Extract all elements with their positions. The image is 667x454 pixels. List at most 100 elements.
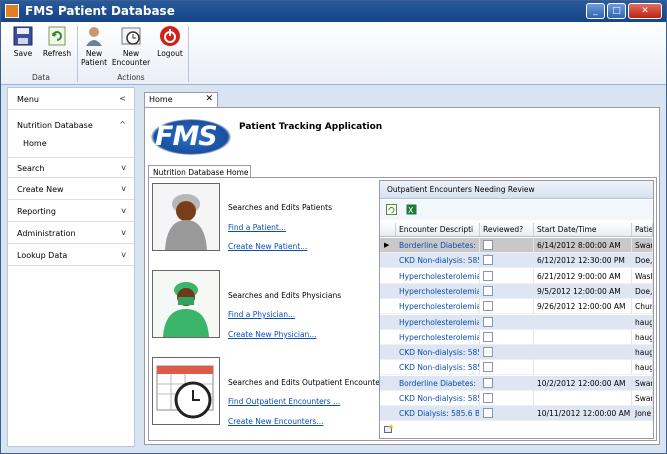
table-row[interactable]: CKD Non-dialysis: 585. 6/12/2012 12:30:00… [380,253,653,269]
minimize-button[interactable]: _ [586,3,605,19]
encounter-description-cell[interactable]: Hypercholesterolemia [396,329,480,345]
table-row[interactable]: CKD Non-dialysis: 585. haug [380,345,653,361]
column-header-patient[interactable]: Patie [632,223,653,237]
encounter-description-cell[interactable]: CKD Non-dialysis: 585. [396,360,480,376]
start-date-cell[interactable] [534,360,632,376]
encounter-description-cell[interactable]: Borderline Diabetes: 79 [396,238,480,253]
reviewed-checkbox[interactable] [483,240,493,250]
logout-button[interactable]: Logout [155,25,185,58]
patient-cell[interactable]: Wash [632,268,653,284]
table-row[interactable]: Borderline Diabetes: 79 10/2/2012 12:00:0… [380,375,653,391]
sidebar-item-home[interactable]: Home [23,139,47,148]
patient-cell[interactable]: Chur [632,299,653,315]
patient-cell[interactable]: Swar [632,238,653,253]
table-row[interactable]: CKD Non-dialysis: 585. Swar [380,391,653,406]
encounter-description-cell[interactable]: CKD Non-dialysis: 585. [396,391,480,406]
patient-cell[interactable]: haug [632,329,653,345]
chevron-left-icon[interactable]: < [119,94,126,103]
table-row[interactable]: Hypercholesterolemia 9/5/2012 12:00:00 AM… [380,283,653,299]
encounter-description-cell[interactable]: Hypercholesterolemia [396,299,480,315]
encounter-description-cell[interactable]: Hypercholesterolemia [396,314,480,330]
patient-cell[interactable]: Swar [632,391,653,406]
find-outpatient-encounters-link[interactable]: Find Outpatient Encounters ... [228,397,340,406]
new-patient-button[interactable]: New Patient [79,25,109,67]
column-header-start-date[interactable]: Start Date/Time [534,223,632,237]
sidebar-item-nutrition-database[interactable]: Nutrition Database ^ [8,115,134,136]
title-bar[interactable]: FMS Patient Database _ □ ✕ [1,1,666,22]
start-date-cell[interactable] [534,329,632,345]
new-encounter-button[interactable]: New Encounter [111,25,151,67]
close-tab-icon[interactable]: ✕ [205,94,213,104]
reviewed-checkbox[interactable] [483,393,493,403]
current-row-indicator-icon[interactable]: ▶ [384,241,389,249]
table-row[interactable]: CKD Dialysis: 585.6 Bot 10/11/2012 12:00:… [380,406,653,422]
start-date-cell[interactable]: 6/12/2012 12:30:00 PM [534,253,632,269]
reviewed-checkbox[interactable] [483,285,493,296]
find-physician-link[interactable]: Find a Physician... [228,310,295,319]
save-button[interactable]: Save [11,25,35,58]
start-date-cell[interactable]: 6/21/2012 9:00:00 AM [534,268,632,284]
create-new-physician-link[interactable]: Create New Physician... [228,330,316,339]
patient-cell[interactable]: haug [632,345,653,361]
reviewed-checkbox[interactable] [483,316,493,327]
reviewed-checkbox[interactable] [483,255,493,266]
table-row[interactable]: Hypercholesterolemia 6/21/2012 9:00:00 AM… [380,268,653,284]
patient-cell[interactable]: haug [632,360,653,376]
table-row[interactable]: ▶ Borderline Diabetes: 79 6/14/2012 8:00:0… [380,238,653,253]
table-row[interactable]: CKD Non-dialysis: 585. haug [380,360,653,376]
export-excel-icon[interactable]: X [406,204,417,215]
find-patient-link[interactable]: Find a Patient... [228,223,286,232]
table-row[interactable]: Hypercholesterolemia haug [380,329,653,345]
reviewed-checkbox[interactable] [483,270,493,281]
column-header-encounter[interactable]: Encounter Descripti [396,223,480,237]
start-date-cell[interactable]: 9/26/2012 12:00:00 AM [534,299,632,315]
refresh-button[interactable]: Refresh [41,25,73,58]
encounter-description-cell[interactable]: Hypercholesterolemia [396,283,480,299]
encounter-description-cell[interactable]: Borderline Diabetes: 79 [396,375,480,391]
start-date-cell[interactable] [534,345,632,361]
reviewed-checkbox[interactable] [483,347,493,358]
table-row[interactable]: Hypercholesterolemia 9/26/2012 12:00:00 A… [380,299,653,315]
refresh-label: Refresh [42,49,72,58]
reviewed-checkbox[interactable] [483,301,493,312]
sidebar-menu-header[interactable]: Menu < [8,89,134,110]
close-button[interactable]: ✕ [628,3,662,19]
encounter-description-cell[interactable]: Hypercholesterolemia [396,268,480,284]
encounter-description-cell[interactable]: CKD Dialysis: 585.6 Bot [396,406,480,422]
patient-cell[interactable]: Jone [632,406,653,422]
reviewed-checkbox[interactable] [483,362,493,373]
refresh-grid-icon[interactable] [386,204,397,215]
start-date-cell[interactable]: 10/2/2012 12:00:00 AM [534,375,632,391]
patient-cell[interactable]: Doe, [632,253,653,269]
start-date-cell[interactable] [534,314,632,330]
encounter-description-cell[interactable]: CKD Non-dialysis: 585. [396,253,480,269]
add-row-icon[interactable] [384,424,394,433]
reviewed-checkbox[interactable] [483,331,493,342]
app-icon [5,4,19,18]
new-patient-icon [83,25,105,47]
new-patient-label-1: New [85,49,103,58]
start-date-cell[interactable]: 6/14/2012 8:00:00 AM [534,238,632,253]
create-new-encounters-link[interactable]: Create New Encounters... [228,417,323,426]
sidebar-item-search[interactable]: Search v [8,157,134,178]
chevron-down-icon: v [121,228,126,237]
patient-cell[interactable]: haug [632,314,653,330]
column-header-reviewed[interactable]: Reviewed? [480,223,534,237]
patient-cell[interactable]: Doe, [632,283,653,299]
sidebar-item-create-new[interactable]: Create New v [8,179,134,200]
sidebar-item-reporting[interactable]: Reporting v [8,201,134,222]
start-date-cell[interactable]: 9/5/2012 12:00:00 AM [534,283,632,299]
ribbon-separator [77,26,78,82]
tab-home[interactable]: Home ✕ [144,92,218,108]
sidebar-item-administration[interactable]: Administration v [8,223,134,244]
table-row[interactable]: Hypercholesterolemia haug [380,314,653,330]
create-new-patient-link[interactable]: Create New Patient... [228,242,307,251]
start-date-cell[interactable] [534,391,632,406]
start-date-cell[interactable]: 10/11/2012 12:00:00 AM [534,406,632,422]
sidebar-item-lookup-data[interactable]: Lookup Data v [8,245,134,266]
maximize-button[interactable]: □ [607,3,626,19]
reviewed-checkbox[interactable] [483,377,493,388]
patient-cell[interactable]: Swar [632,375,653,391]
encounter-description-cell[interactable]: CKD Non-dialysis: 585. [396,345,480,361]
reviewed-checkbox[interactable] [483,408,493,419]
